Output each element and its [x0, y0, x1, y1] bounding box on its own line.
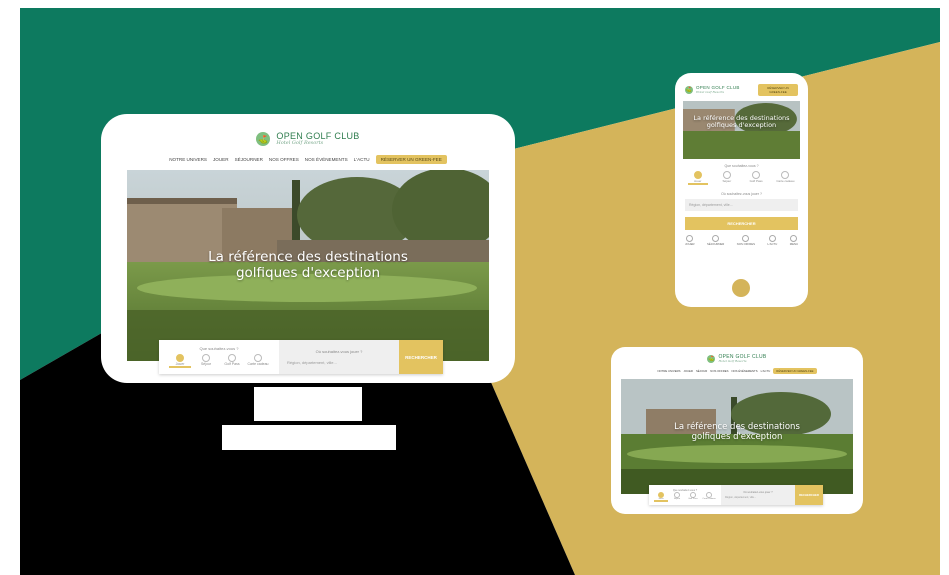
- search-button[interactable]: RECHERCHER: [399, 340, 443, 374]
- tablet-search-bar: Que souhaitez-vous ? Jouer Séjour Golf P…: [649, 485, 823, 505]
- chip-sejour[interactable]: Séjour: [195, 354, 217, 368]
- tablet-nav-sejour[interactable]: SÉJOUR: [696, 369, 707, 373]
- tablet-logo[interactable]: ⛳ OPEN GOLF CLUB Hotel Golf Resorts: [621, 352, 853, 366]
- mobile-cta-button[interactable]: RÉSERVER UN GREEN-FEE: [758, 84, 798, 96]
- bottom-nav-jouer[interactable]: JOUER: [685, 235, 694, 246]
- mobile-where-input[interactable]: Région, département, ville...: [685, 199, 798, 211]
- mobile-screen: ⛳ OPEN GOLF CLUB Hotel Golf Resorts RÉSE…: [675, 73, 808, 307]
- where-field[interactable]: Où souhaitez-vous jouer ? Région, départ…: [279, 340, 399, 374]
- monitor-stand-neck: [254, 387, 362, 421]
- tablet-nav: NOTRE UNIVERS JOUER SÉJOUR NOS OFFRES NO…: [621, 366, 853, 376]
- tablet-chip-golf-pass[interactable]: Golf Pass: [686, 491, 700, 502]
- bed-icon: [712, 235, 720, 242]
- mobile-where-label: Où souhaitez-vous jouer ?: [721, 192, 762, 196]
- nav-item-actu[interactable]: L'ACTU: [354, 157, 370, 162]
- mobile-logo[interactable]: ⛳ OPEN GOLF CLUB Hotel Golf Resorts: [685, 86, 740, 94]
- tablet-nav-cta[interactable]: RÉSERVER UN GREEN-FEE: [773, 368, 817, 374]
- bottom-nav-menu[interactable]: MENU: [790, 235, 798, 246]
- tag-icon: [742, 235, 750, 242]
- tablet-chip-sejour[interactable]: Séjour: [670, 491, 684, 502]
- nav-item-evenements[interactable]: NOS ÉVÉNEMENTS: [305, 157, 348, 162]
- bed-icon: [722, 171, 731, 179]
- monitor-stand-base: [222, 425, 396, 450]
- golf-flag-icon: [693, 171, 702, 179]
- bottom-nav-sejourner[interactable]: SÉJOURNER: [707, 235, 724, 246]
- hero-title: La référence des destinations golfiques …: [208, 249, 408, 281]
- where-input[interactable]: Région, département, ville...: [287, 360, 391, 365]
- desktop-search-bar: Que souhaitez-vous ? Jouer Séjour Golf P…: [159, 340, 443, 374]
- desktop-logo[interactable]: ⛳ OPEN GOLF CLUB Hotel Golf Resorts: [127, 126, 489, 152]
- tablet-nav-actu[interactable]: L'ACTU: [761, 369, 771, 373]
- nav-item-offres[interactable]: NOS OFFRES: [269, 157, 299, 162]
- bottom-nav-actu[interactable]: L'ACTU: [768, 235, 777, 246]
- gift-icon: [781, 171, 790, 179]
- menu-icon: [790, 235, 798, 242]
- tablet-where-field[interactable]: Où souhaitez-vous jouer ? Région, départ…: [721, 485, 795, 505]
- search-question: Que souhaitez-vous ?: [199, 346, 239, 351]
- bottom-nav-offres[interactable]: NOS OFFRES: [737, 235, 755, 246]
- tablet-chip-jouer[interactable]: Jouer: [654, 491, 668, 502]
- mobile-hero: La référence des destinations golfiques …: [683, 101, 800, 159]
- phone-home-button: [732, 279, 750, 297]
- nav-item-jouer[interactable]: JOUER: [213, 157, 229, 162]
- chip-golf-pass[interactable]: Golf Pass: [221, 354, 243, 368]
- mobile-bottom-nav: JOUER SÉJOURNER NOS OFFRES L'ACTU MENU: [685, 235, 798, 246]
- brand-tagline: Hotel Golf Resorts: [276, 140, 324, 146]
- mobile-question: Que souhaitez-vous ?: [724, 164, 759, 168]
- tablet-nav-univers[interactable]: NOTRE UNIVERS: [657, 369, 680, 373]
- mobile-chip-jouer[interactable]: Jouer: [687, 171, 708, 185]
- golf-flag-icon: [176, 354, 184, 362]
- mobile-chip-carte-cadeau[interactable]: Carte cadeau: [775, 171, 795, 185]
- desktop-hero: La référence des destinations golfiques …: [127, 170, 489, 361]
- mobile-search-button[interactable]: RECHERCHER: [685, 217, 798, 230]
- mobile-chip-sejour[interactable]: Séjour: [717, 171, 737, 185]
- news-icon: [768, 235, 776, 242]
- bed-icon: [202, 354, 210, 362]
- tablet-hero: La référence des destinations golfiques …: [621, 379, 853, 494]
- chip-jouer[interactable]: Jouer: [169, 354, 191, 368]
- desktop-nav: NOTRE UNIVERS JOUER SÉJOURNER NOS OFFRES…: [127, 152, 489, 166]
- golf-ball-icon: ⛳: [707, 355, 716, 363]
- tablet-nav-offres[interactable]: NOS OFFRES: [710, 369, 728, 373]
- nav-item-univers[interactable]: NOTRE UNIVERS: [169, 157, 207, 162]
- tablet-hero-title: La référence des destinations golfiques …: [674, 422, 800, 442]
- tablet-nav-evenements[interactable]: NOS ÉVÉNEMENTS: [731, 369, 757, 373]
- mobile-hero-image: [683, 101, 800, 159]
- nav-item-sejourner[interactable]: SÉJOURNER: [235, 157, 263, 162]
- golf-flag-icon: [686, 235, 694, 242]
- chip-carte-cadeau[interactable]: Carte cadeau: [247, 354, 269, 368]
- mobile-hero-title: La référence des destinations golfiques …: [693, 114, 790, 130]
- tablet-search-button[interactable]: RECHERCHER: [795, 485, 823, 505]
- mobile-chips: Jouer Séjour Golf Pass Carte cadeau: [685, 171, 798, 185]
- mobile-chip-golf-pass[interactable]: Golf Pass: [746, 171, 766, 185]
- golf-ball-icon: ⛳: [256, 132, 271, 146]
- pass-icon: [752, 171, 761, 179]
- desktop-screen: ⛳ OPEN GOLF CLUB Hotel Golf Resorts NOTR…: [101, 114, 515, 383]
- tablet-nav-jouer[interactable]: JOUER: [683, 369, 692, 373]
- nav-cta-button[interactable]: RÉSERVER UN GREEN-FEE: [375, 154, 447, 164]
- golf-ball-icon: ⛳: [685, 86, 693, 94]
- where-label: Où souhaitez-vous jouer ?: [315, 349, 363, 354]
- pass-icon: [228, 354, 236, 362]
- tablet-chip-carte-cadeau[interactable]: Carte cadeau: [702, 491, 716, 502]
- gift-icon: [254, 354, 262, 362]
- tablet-screen: ⛳ OPEN GOLF CLUB Hotel Golf Resorts NOTR…: [611, 347, 863, 514]
